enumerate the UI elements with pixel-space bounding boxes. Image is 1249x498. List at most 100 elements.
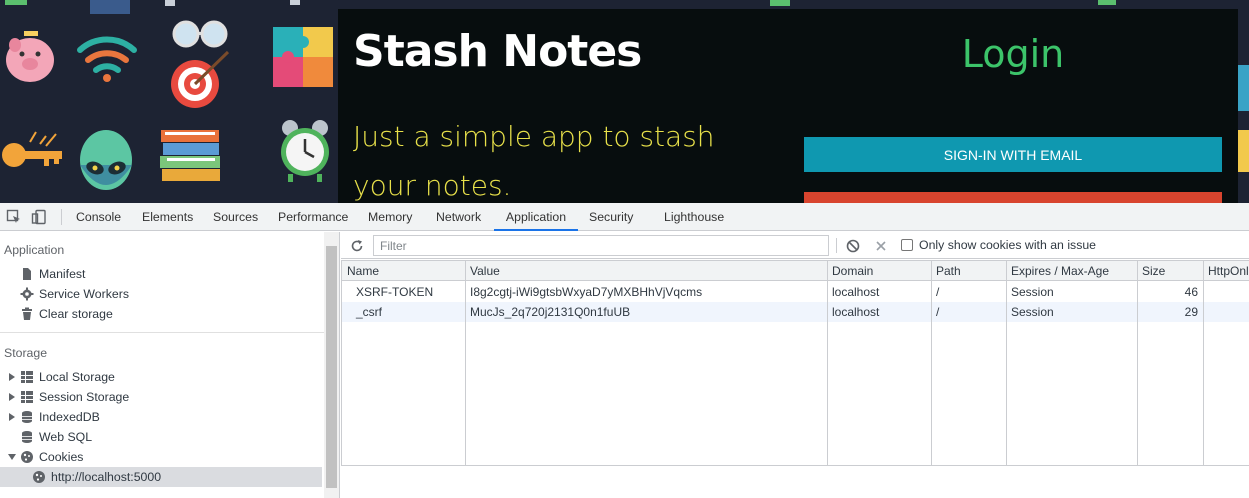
app-tagline: Just a simple app to stash your notes. xyxy=(353,120,715,202)
cell-name: _csrf xyxy=(356,305,383,319)
cell-domain: localhost xyxy=(832,305,880,319)
table-header: Name Value Domain Path Expires / Max-Age… xyxy=(342,261,1249,281)
strip-icons xyxy=(1238,65,1249,172)
column-divider[interactable] xyxy=(1137,261,1138,465)
cookies-toolbar: Only show cookies with an issue xyxy=(341,232,1249,259)
cell-name: XSRF-TOKEN xyxy=(356,285,434,299)
tab-network[interactable]: Network xyxy=(436,203,481,231)
toolbar-divider xyxy=(836,238,837,253)
tab-lighthouse[interactable]: Lighthouse xyxy=(664,203,724,231)
column-header-httponly[interactable]: HttpOnl xyxy=(1208,264,1249,278)
tab-elements[interactable]: Elements xyxy=(142,203,193,231)
column-header-value[interactable]: Value xyxy=(470,264,500,278)
sidebar-section-application: Application xyxy=(4,243,65,257)
column-divider[interactable] xyxy=(827,261,828,465)
sidebar-item-label: Manifest xyxy=(39,267,86,281)
column-divider[interactable] xyxy=(931,261,932,465)
wifi-icon xyxy=(77,36,137,82)
sidebar-item-web-sql[interactable]: Web SQL xyxy=(0,427,322,447)
expand-arrow-icon[interactable] xyxy=(9,393,15,401)
sidebar-item-service-workers[interactable]: Service Workers xyxy=(0,284,322,304)
cookie-icon xyxy=(33,471,45,483)
app-title: Stash Notes xyxy=(353,26,642,77)
database-icon xyxy=(22,411,32,423)
target-icon xyxy=(171,50,230,108)
sidebar-item-clear-storage[interactable]: Clear storage xyxy=(0,304,322,324)
device-toolbar-icon[interactable] xyxy=(31,209,47,225)
cookie-preview-pane xyxy=(341,466,1249,498)
books-icon xyxy=(160,130,220,181)
sidebar-item-session-storage[interactable]: Session Storage xyxy=(0,387,322,407)
tab-memory[interactable]: Memory xyxy=(368,203,412,231)
column-header-domain[interactable]: Domain xyxy=(832,264,873,278)
toolbar-divider xyxy=(61,209,62,225)
column-divider[interactable] xyxy=(465,261,466,465)
column-header-expires[interactable]: Expires / Max-Age xyxy=(1011,264,1109,278)
sidebar-item-label: Service Workers xyxy=(39,287,129,301)
page-right-strip xyxy=(1238,0,1249,203)
signin-google-button[interactable] xyxy=(804,192,1222,203)
sidebar-item-label: Local Storage xyxy=(39,370,115,384)
table-icon xyxy=(21,371,33,383)
cell-expires: Session xyxy=(1011,305,1054,319)
cell-path: / xyxy=(936,285,940,299)
cell-size: 46 xyxy=(1184,285,1198,299)
clear-all-icon[interactable] xyxy=(846,239,860,253)
column-divider[interactable] xyxy=(1006,261,1007,465)
cell-path: / xyxy=(936,305,940,319)
expand-arrow-icon[interactable] xyxy=(9,373,15,381)
glasses-icon xyxy=(172,20,228,48)
key-icon xyxy=(2,131,62,167)
table-row[interactable]: _csrf MucJs_2q720j2131Q0n1fuUB localhost… xyxy=(342,302,1249,322)
application-sidebar: Application Manifest Service Workers Cle… xyxy=(0,232,340,498)
collapse-arrow-icon[interactable] xyxy=(8,454,16,460)
cell-domain: localhost xyxy=(832,285,880,299)
column-divider[interactable] xyxy=(1203,261,1204,465)
sidebar-item-cookie-origin[interactable]: http://localhost:5000 xyxy=(0,467,322,487)
only-issues-label: Only show cookies with an issue xyxy=(919,238,1097,252)
column-header-path[interactable]: Path xyxy=(936,264,961,278)
signin-email-button[interactable]: SIGN-IN WITH EMAIL xyxy=(804,137,1222,172)
sidebar-item-label: Cookies xyxy=(39,450,84,464)
login-heading: Login xyxy=(961,32,1065,76)
sidebar-item-label: IndexedDB xyxy=(39,410,100,424)
piggy-bank-icon xyxy=(6,31,54,82)
page-viewport: Stash Notes Just a simple app to stash y… xyxy=(0,0,1249,203)
tab-console[interactable]: Console xyxy=(76,203,121,231)
cookie-icon xyxy=(21,451,33,463)
cookies-view: Only show cookies with an issue Name Val… xyxy=(341,232,1249,498)
sidebar-item-label: http://localhost:5000 xyxy=(51,470,162,484)
sidebar-item-label: Session Storage xyxy=(39,390,130,404)
trash-icon xyxy=(22,307,32,320)
sidebar-item-indexeddb[interactable]: IndexedDB xyxy=(0,407,322,427)
cell-size: 29 xyxy=(1184,305,1198,319)
gear-icon xyxy=(20,287,34,301)
tab-application[interactable]: Application xyxy=(494,203,578,231)
devtools-tab-bar: Console Elements Sources Performance Mem… xyxy=(0,203,1249,231)
cookies-table: Name Value Domain Path Expires / Max-Age… xyxy=(341,260,1249,466)
only-issues-checkbox[interactable] xyxy=(901,239,913,251)
column-header-name[interactable]: Name xyxy=(347,264,379,278)
sidebar-section-storage: Storage xyxy=(4,346,48,360)
cell-expires: Session xyxy=(1011,285,1054,299)
sidebar-item-manifest[interactable]: Manifest xyxy=(0,264,322,284)
sidebar-item-label: Web SQL xyxy=(39,430,93,444)
tab-sources[interactable]: Sources xyxy=(213,203,258,231)
filter-input[interactable] xyxy=(373,235,829,256)
puzzle-icon xyxy=(273,27,333,87)
refresh-icon[interactable] xyxy=(350,239,364,253)
sidebar-divider xyxy=(0,332,324,333)
sidebar-item-cookies[interactable]: Cookies xyxy=(0,447,322,467)
devtools-panel: Console Elements Sources Performance Mem… xyxy=(0,203,1249,498)
sidebar-item-local-storage[interactable]: Local Storage xyxy=(0,367,322,387)
table-row[interactable]: XSRF-TOKEN I8g2cgtj-iWi9gtsbWxyaD7yMXBHh… xyxy=(342,282,1249,302)
sidebar-item-label: Clear storage xyxy=(39,307,113,321)
sidebar-scrollbar-thumb[interactable] xyxy=(326,246,337,488)
column-header-size[interactable]: Size xyxy=(1142,264,1165,278)
delete-selected-icon[interactable] xyxy=(874,239,888,253)
inspect-element-icon[interactable] xyxy=(6,209,22,225)
expand-arrow-icon[interactable] xyxy=(9,413,15,421)
table-icon xyxy=(21,391,33,403)
tab-performance[interactable]: Performance xyxy=(278,203,348,231)
tab-security[interactable]: Security xyxy=(589,203,633,231)
